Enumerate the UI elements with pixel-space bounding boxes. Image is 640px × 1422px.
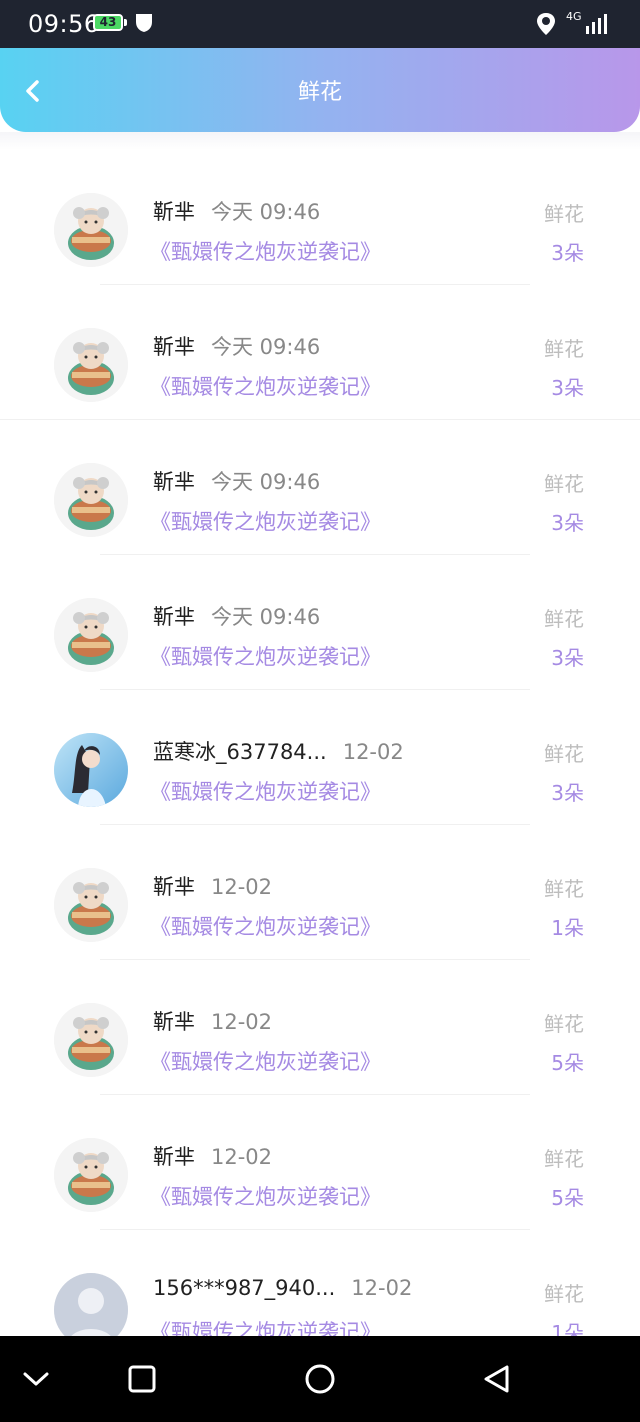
gift-count: 3朵 (551, 646, 584, 670)
book-title[interactable]: 《甄嬛传之炮灰逆袭记》 (150, 371, 381, 401)
user-name: 靳芈 12-02 (153, 871, 272, 901)
book-title[interactable]: 《甄嬛传之炮灰逆袭记》 (150, 1046, 381, 1076)
system-nav-bar (0, 1336, 640, 1422)
battery-icon: 43 (93, 14, 123, 31)
gift-type: 鲜花 (544, 877, 584, 901)
book-title[interactable]: 《甄嬛传之炮灰逆袭记》 (150, 911, 381, 941)
gift-type: 鲜花 (544, 1147, 584, 1171)
list-item[interactable]: 靳芈 今天 09:46 《甄嬛传之炮灰逆袭记》 鲜花 3朵 (0, 555, 640, 690)
gift-count: 3朵 (551, 241, 584, 265)
list-item[interactable]: 靳芈 今天 09:46 《甄嬛传之炮灰逆袭记》 鲜花 3朵 (0, 420, 640, 555)
list-item[interactable]: 156***987_940... 12-02 《甄嬛传之炮灰逆袭记》 鲜花 1朵 (0, 1230, 640, 1336)
user-name: 靳芈 12-02 (153, 1141, 272, 1171)
user-name-text: 靳芈 (153, 470, 195, 494)
avatar[interactable] (54, 1003, 128, 1077)
gift-time: 今天 09:46 (211, 335, 321, 359)
gift-count: 5朵 (551, 1186, 584, 1210)
app-header: 鲜花 (0, 48, 640, 132)
gift-type: 鲜花 (544, 742, 584, 766)
gift-time: 12-02 (342, 740, 404, 764)
network-label: 4G (566, 10, 582, 23)
gift-time: 今天 09:46 (211, 470, 321, 494)
gift-count: 3朵 (551, 376, 584, 400)
list-item[interactable]: 靳芈 12-02 《甄嬛传之炮灰逆袭记》 鲜花 1朵 (0, 825, 640, 960)
book-title[interactable]: 《甄嬛传之炮灰逆袭记》 (150, 776, 381, 806)
gift-time: 12-02 (211, 1145, 273, 1169)
battery-level: 43 (99, 15, 117, 29)
user-name: 靳芈 今天 09:46 (153, 466, 320, 496)
gift-type: 鲜花 (544, 472, 584, 496)
shield-icon (136, 14, 152, 32)
list-item[interactable]: 靳芈 今天 09:46 《甄嬛传之炮灰逆袭记》 鲜花 3朵 (0, 285, 640, 420)
gift-time: 12-02 (351, 1276, 413, 1300)
user-name-text: 156***987_940... (153, 1276, 336, 1300)
gift-count: 3朵 (551, 781, 584, 805)
avatar[interactable] (54, 868, 128, 942)
avatar[interactable] (54, 1138, 128, 1212)
recents-icon[interactable] (125, 1362, 159, 1396)
user-name-text: 靳芈 (153, 1145, 195, 1169)
user-name-text: 靳芈 (153, 200, 195, 224)
back-icon[interactable] (480, 1362, 514, 1396)
gift-type: 鲜花 (544, 607, 584, 631)
gift-time: 12-02 (211, 875, 273, 899)
book-title[interactable]: 《甄嬛传之炮灰逆袭记》 (150, 1181, 381, 1211)
avatar[interactable] (54, 733, 128, 807)
user-name-text: 蓝寒冰_637784... (153, 740, 327, 764)
book-title[interactable]: 《甄嬛传之炮灰逆袭记》 (150, 236, 381, 266)
gift-type: 鲜花 (544, 202, 584, 226)
list-item[interactable]: 靳芈 12-02 《甄嬛传之炮灰逆袭记》 鲜花 5朵 (0, 960, 640, 1095)
user-name-text: 靳芈 (153, 875, 195, 899)
user-name: 靳芈 12-02 (153, 1006, 272, 1036)
user-name: 靳芈 今天 09:46 (153, 331, 320, 361)
avatar[interactable] (54, 328, 128, 402)
avatar[interactable] (54, 1273, 128, 1336)
avatar[interactable] (54, 193, 128, 267)
gift-time: 今天 09:46 (211, 200, 321, 224)
header-shadow (0, 132, 640, 150)
chevron-down-icon[interactable] (19, 1362, 53, 1396)
user-name-text: 靳芈 (153, 1010, 195, 1034)
list-item[interactable]: 蓝寒冰_637784... 12-02 《甄嬛传之炮灰逆袭记》 鲜花 3朵 (0, 690, 640, 825)
page-title: 鲜花 (297, 80, 342, 105)
user-name-text: 靳芈 (153, 605, 195, 629)
book-title[interactable]: 《甄嬛传之炮灰逆袭记》 (150, 506, 381, 536)
gift-type: 鲜花 (544, 1282, 584, 1306)
gift-count: 5朵 (551, 1051, 584, 1075)
flower-gift-list[interactable]: 靳芈 今天 09:46 《甄嬛传之炮灰逆袭记》 鲜花 3朵 靳芈 今天 09:46 … (0, 150, 640, 1336)
gift-time: 今天 09:46 (211, 605, 321, 629)
status-bar: 09:56 43 4G (0, 0, 640, 48)
gift-time: 12-02 (211, 1010, 273, 1034)
user-name-text: 靳芈 (153, 335, 195, 359)
status-time: 09:56 (28, 10, 100, 38)
gift-type: 鲜花 (544, 1012, 584, 1036)
signal-icon (586, 14, 607, 34)
list-item[interactable]: 靳芈 今天 09:46 《甄嬛传之炮灰逆袭记》 鲜花 3朵 (0, 150, 640, 285)
gift-count: 1朵 (551, 916, 584, 940)
book-title[interactable]: 《甄嬛传之炮灰逆袭记》 (150, 641, 381, 671)
location-icon (537, 13, 555, 35)
gift-type: 鲜花 (544, 337, 584, 361)
list-item[interactable]: 靳芈 12-02 《甄嬛传之炮灰逆袭记》 鲜花 5朵 (0, 1095, 640, 1230)
avatar[interactable] (54, 598, 128, 672)
avatar[interactable] (54, 463, 128, 537)
user-name: 156***987_940... 12-02 (153, 1276, 412, 1300)
user-name: 蓝寒冰_637784... 12-02 (153, 736, 404, 766)
user-name: 靳芈 今天 09:46 (153, 196, 320, 226)
book-title[interactable]: 《甄嬛传之炮灰逆袭记》 (150, 1316, 381, 1336)
user-name: 靳芈 今天 09:46 (153, 601, 320, 631)
home-icon[interactable] (303, 1362, 337, 1396)
gift-count: 1朵 (551, 1321, 584, 1336)
gift-count: 3朵 (551, 511, 584, 535)
battery-cap (124, 19, 127, 26)
